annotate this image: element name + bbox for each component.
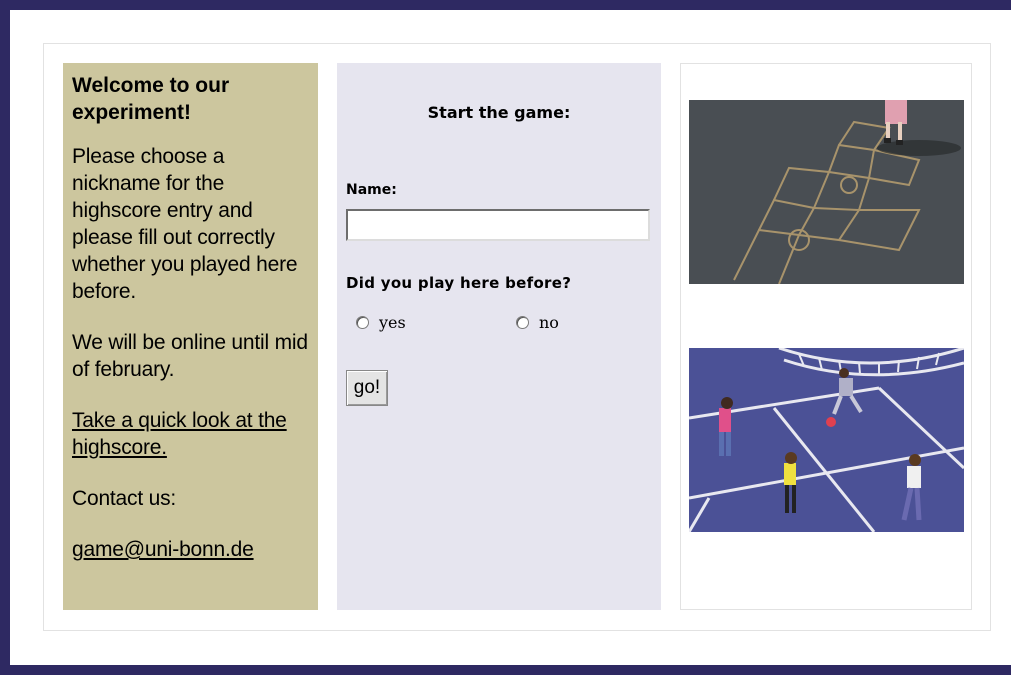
image-column bbox=[680, 63, 972, 610]
go-button[interactable]: go! bbox=[346, 370, 388, 406]
info-sidebar: Welcome to our experiment! Please choose… bbox=[63, 63, 318, 610]
radio-yes-label: yes bbox=[379, 313, 406, 332]
radio-no-label: no bbox=[539, 313, 559, 332]
welcome-heading: Welcome to our experiment! bbox=[72, 74, 230, 124]
playground-photo bbox=[689, 348, 964, 532]
name-label: Name: bbox=[346, 182, 397, 198]
highscore-link[interactable]: Take a quick look at the highscore. bbox=[72, 409, 287, 459]
contact-email-link[interactable]: game@uni-bonn.de bbox=[72, 538, 254, 561]
form-title: Start the game: bbox=[427, 103, 571, 122]
hopscotch-photo bbox=[689, 100, 964, 284]
start-form: Start the game: Name: Did you play here … bbox=[337, 63, 661, 610]
played-before-label: Did you play here before? bbox=[346, 274, 572, 292]
radio-no-button[interactable] bbox=[516, 316, 529, 329]
radio-option-yes[interactable]: yes bbox=[356, 313, 406, 332]
radio-yes-button[interactable] bbox=[356, 316, 369, 329]
contact-label: Contact us: bbox=[72, 487, 177, 510]
intro-text: Please choose a nickname for the highsco… bbox=[72, 145, 298, 303]
radio-option-no[interactable]: no bbox=[516, 313, 559, 332]
name-input[interactable] bbox=[346, 209, 650, 241]
online-notice: We will be online until mid of february. bbox=[72, 331, 308, 381]
